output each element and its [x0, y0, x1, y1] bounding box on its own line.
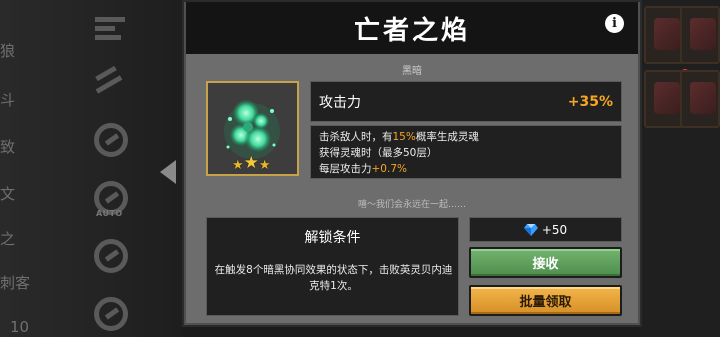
item-title: 亡者之焰 — [353, 15, 470, 46]
bg-label: 10 — [10, 318, 30, 336]
bg-label: 狼 — [0, 42, 16, 60]
item-detail-dialog: 亡者之焰 i 黑暗 ★ ★ ★ 攻击力 +35% 击杀敌人时，有15%概率生成灵… — [182, 0, 642, 327]
bg-item-slot — [680, 70, 720, 128]
star-icon: ★ — [232, 158, 244, 173]
stat-row: 攻击力 +35% — [310, 81, 622, 122]
background-item-grid — [640, 0, 720, 337]
scroll-icon[interactable] — [88, 62, 134, 102]
bg-label: 文 — [0, 185, 16, 203]
star-rating: ★ ★ ★ — [232, 153, 271, 173]
item-portrait: ★ ★ ★ — [206, 81, 299, 176]
previous-arrow-icon[interactable] — [160, 160, 176, 184]
auto-icon[interactable]: AUTO — [88, 178, 134, 218]
batch-claim-button[interactable]: 批量领取 — [469, 285, 622, 316]
description-line: 获得灵魂时（最多50层） — [319, 147, 438, 159]
star-icon: ★ — [243, 153, 259, 173]
reward-amount: +50 — [541, 222, 568, 237]
description-line: 每层攻击力+0.7% — [319, 163, 407, 175]
no-entry-icon[interactable] — [88, 236, 134, 276]
unlock-title: 解锁条件 — [304, 230, 361, 246]
claim-button[interactable]: 接收 — [469, 247, 622, 278]
no-entry-icon[interactable] — [88, 120, 134, 160]
flavor-quote: 嘻～我们会永远在一起…… — [357, 200, 466, 210]
star-icon: ★ — [258, 158, 271, 173]
no-entry-icon[interactable] — [88, 294, 134, 334]
effect-description: 击杀敌人时，有15%概率生成灵魂 获得灵魂时（最多50层） 每层攻击力+0.7% — [310, 125, 622, 179]
background-sidebar: 狼 斗 致 文 之 刺客 10 AUTO — [0, 0, 182, 337]
bg-label: 斗 — [0, 91, 16, 109]
wrench-icon[interactable] — [88, 8, 134, 48]
description-line: 击杀敌人时，有15%概率生成灵魂 — [319, 131, 479, 143]
bg-item-slot — [680, 6, 720, 64]
reward-display: +50 — [469, 217, 622, 242]
stat-name: 攻击力 — [319, 94, 361, 111]
series-label: 黑暗 — [402, 66, 422, 77]
bg-label: 刺客 — [0, 274, 31, 292]
stat-value: +35% — [567, 93, 613, 110]
title-bar: 亡者之焰 i — [186, 2, 638, 54]
info-icon[interactable]: i — [605, 14, 624, 33]
unlock-condition-panel: 解锁条件 在触发8个暗黑协同效果的状态下，击败英灵贝内迪克特1次。 — [206, 217, 459, 316]
bg-label: 致 — [0, 138, 16, 156]
diamond-gem-icon — [523, 223, 538, 236]
bg-label: 之 — [0, 230, 16, 248]
unlock-description: 在触发8个暗黑协同效果的状态下，击败英灵贝内迪克特1次。 — [214, 264, 453, 292]
